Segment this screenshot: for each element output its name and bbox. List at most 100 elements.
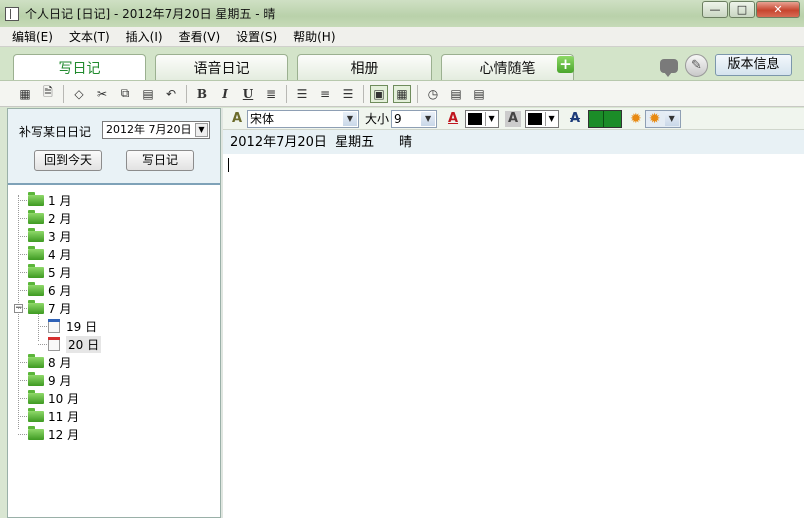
toolbar-separator: [286, 84, 287, 103]
select-all-icon[interactable]: ▦: [16, 85, 34, 103]
italic-icon[interactable]: I: [216, 85, 234, 103]
undo-icon[interactable]: ↶: [162, 85, 180, 103]
title-bar: 个人日记 [日记] - 2012年7月20日 星期五 - 晴 — □ ✕: [0, 0, 804, 27]
strikethrough-icon[interactable]: A: [567, 111, 583, 127]
weather-select[interactable]: ✹ ▼: [644, 109, 681, 128]
weather-selected-icon: ✹: [648, 110, 661, 127]
bold-icon[interactable]: B: [193, 85, 211, 103]
diary-page-icon: [48, 319, 60, 333]
tree-month-4[interactable]: 4 月: [18, 245, 71, 263]
maximize-button[interactable]: □: [729, 1, 755, 18]
close-button[interactable]: ✕: [756, 1, 800, 18]
folder-icon: [28, 353, 44, 368]
menu-settings[interactable]: 设置(S): [228, 28, 285, 45]
tab-mood-notes[interactable]: 心情随笔: [441, 54, 574, 80]
pencil-icon[interactable]: ✎: [685, 54, 708, 77]
menu-text[interactable]: 文本(T): [61, 28, 118, 45]
tree-month-7[interactable]: 7 月: [18, 299, 71, 317]
window-controls: — □ ✕: [701, 1, 800, 18]
version-info-button[interactable]: 版本信息: [715, 54, 792, 76]
left-panel: 补写某日日记 2012年 7月20日 ▼ 回到今天 写日记 1 月 2 月 3 …: [7, 108, 221, 518]
calendar-icon[interactable]: ▤: [447, 85, 465, 103]
folder-icon: [28, 227, 44, 242]
paste-icon[interactable]: ▤: [139, 85, 157, 103]
menu-insert[interactable]: 插入(I): [118, 28, 171, 45]
calendar-today-icon[interactable]: ▤: [470, 85, 488, 103]
text-color-icon[interactable]: A: [445, 111, 461, 127]
folder-icon: [28, 245, 44, 260]
menu-edit[interactable]: 编辑(E): [4, 28, 61, 45]
insert-image-icon[interactable]: ▣: [370, 84, 388, 103]
insert-table-icon[interactable]: ▦: [393, 84, 411, 103]
tree-month-3[interactable]: 3 月: [18, 227, 71, 245]
toolbar-separator: [63, 84, 64, 103]
chevron-down-icon[interactable]: ▼: [421, 111, 436, 126]
main-toolbar: ▦ 🗎 ◇ ✂ ⧉ ▤ ↶ B I U ≣ ☰ ≡ ☰ ▣ ▦ ◷ ▤ ▤: [0, 80, 804, 107]
folder-icon: [28, 191, 44, 206]
align-right-icon[interactable]: ☰: [339, 85, 357, 103]
menu-view[interactable]: 查看(V): [171, 28, 229, 45]
chevron-down-icon[interactable]: ▼: [195, 123, 208, 137]
entry-date-header: 2012年7月20日 星期五 晴: [223, 130, 804, 154]
line-color-picker[interactable]: [588, 109, 623, 128]
font-select[interactable]: 宋体 ▼: [247, 109, 359, 128]
toolbar-separator: [363, 84, 364, 103]
tree-month-8[interactable]: 8 月: [18, 353, 71, 371]
add-tab-button[interactable]: +: [557, 56, 574, 73]
tree-month-9[interactable]: 9 月: [18, 371, 71, 389]
tab-write-diary[interactable]: 写日记: [13, 54, 146, 81]
date-selector[interactable]: 2012年 7月20日 ▼: [102, 121, 210, 139]
underline-icon[interactable]: U: [239, 85, 257, 103]
tab-row: 写日记 语音日记 相册 心情随笔 + ✎ 版本信息: [0, 47, 804, 81]
print-preview-icon[interactable]: 🗎: [39, 85, 57, 103]
font-value: 宋体: [250, 111, 275, 126]
eraser-icon[interactable]: ◇: [70, 85, 88, 103]
cut-icon[interactable]: ✂: [93, 85, 111, 103]
background-color-picker[interactable]: ▼: [525, 109, 560, 128]
font-icon: A: [231, 111, 243, 126]
size-label: 大小: [365, 112, 390, 126]
justify-icon[interactable]: ≣: [262, 85, 280, 103]
copy-icon[interactable]: ⧉: [116, 85, 134, 103]
text-color-picker[interactable]: ▼: [465, 109, 500, 128]
back-to-today-button[interactable]: 回到今天: [34, 150, 102, 171]
diary-editor[interactable]: 2012年7月20日 星期五 晴: [223, 130, 804, 518]
chevron-down-icon[interactable]: ▼: [343, 111, 357, 126]
toolbar-separator: [417, 84, 418, 103]
tree-month-10[interactable]: 10 月: [18, 389, 79, 407]
highlight-color-icon[interactable]: A: [505, 110, 522, 127]
folder-icon: [28, 407, 44, 422]
chevron-down-icon[interactable]: ▼: [664, 111, 679, 126]
clock-icon[interactable]: ◷: [424, 85, 442, 103]
chat-icon[interactable]: [660, 59, 678, 77]
tree-month-6[interactable]: 6 月: [18, 281, 71, 299]
folder-icon: [28, 425, 44, 440]
app-icon: [5, 6, 19, 21]
weather-sun-icon[interactable]: ✹: [630, 111, 642, 127]
tab-voice-diary[interactable]: 语音日记: [155, 54, 288, 80]
backfill-date-label: 补写某日日记: [19, 125, 92, 139]
tab-album[interactable]: 相册: [297, 54, 432, 80]
tree-month-5[interactable]: 5 月: [18, 263, 71, 281]
window-title: 个人日记 [日记] - 2012年7月20日 星期五 - 晴: [25, 7, 276, 21]
menu-bar: 编辑(E) 文本(T) 插入(I) 查看(V) 设置(S) 帮助(H): [0, 27, 804, 47]
tree-month-2[interactable]: 2 月: [18, 209, 71, 227]
tree-month-11[interactable]: 11 月: [18, 407, 79, 425]
size-value: 9: [394, 111, 402, 126]
tree-month-1[interactable]: 1 月: [18, 191, 71, 209]
write-diary-button[interactable]: 写日记: [126, 150, 194, 171]
tree-month-12[interactable]: 12 月: [18, 425, 79, 443]
align-left-icon[interactable]: ☰: [293, 85, 311, 103]
folder-icon: [28, 389, 44, 404]
tree-day-19[interactable]: 19 日: [38, 317, 97, 335]
format-bar: A 宋体 ▼ 大小 9 ▼ A ▼ A ▼ A ✹ ✹ ▼: [223, 108, 804, 130]
date-value: 2012年 7月20日: [106, 123, 192, 136]
size-select[interactable]: 9 ▼: [391, 109, 438, 128]
minimize-button[interactable]: —: [702, 1, 728, 18]
tree-day-20[interactable]: 20 日: [38, 335, 102, 353]
align-center-icon[interactable]: ≡: [316, 85, 334, 103]
diary-page-today-icon: [48, 337, 60, 351]
menu-help[interactable]: 帮助(H): [285, 28, 343, 45]
date-picker-box: 补写某日日记 2012年 7月20日 ▼ 回到今天 写日记: [8, 109, 220, 185]
folder-icon: [28, 371, 44, 386]
